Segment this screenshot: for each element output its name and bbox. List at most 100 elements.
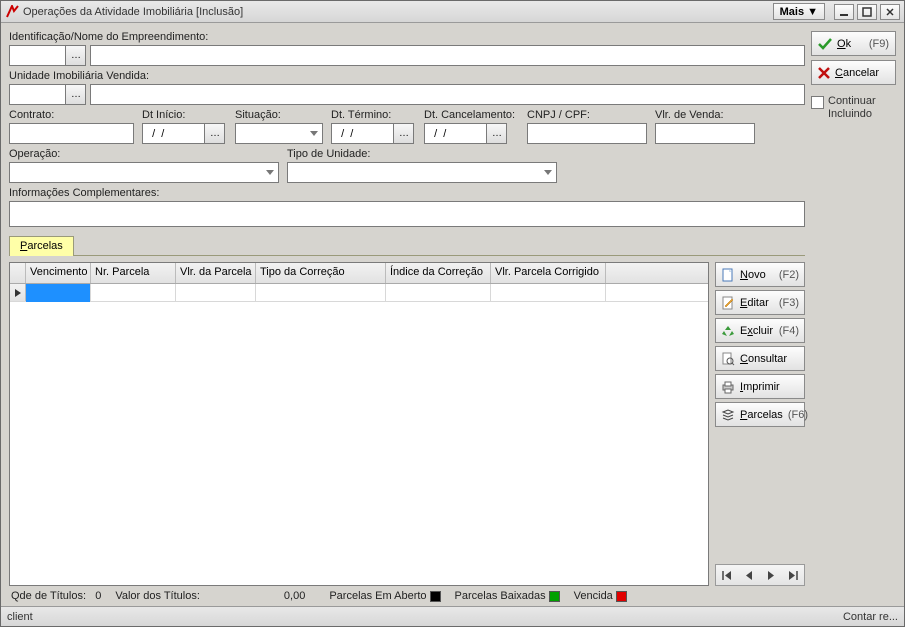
legend-baixadas: Parcelas Baixadas (455, 590, 546, 602)
input-dt-termino[interactable] (331, 123, 393, 144)
mais-label: Mais (780, 6, 804, 18)
lookup-unidade-button[interactable]: … (65, 84, 86, 105)
input-info-compl[interactable] (9, 201, 805, 227)
input-contrato[interactable] (9, 123, 134, 144)
input-cnpj[interactable] (527, 123, 647, 144)
dt-cancel-picker-button[interactable]: … (486, 123, 507, 144)
pencil-icon (721, 296, 735, 310)
valor-value: 0,00 (284, 590, 305, 602)
cell[interactable] (256, 284, 386, 302)
col-indice-correcao[interactable]: Índice da Correção (386, 263, 491, 283)
parcelas-shortcut: (F6) (788, 409, 808, 421)
label-dt-cancel: Dt. Cancelamento: (424, 109, 519, 121)
input-dt-inicio[interactable] (142, 123, 204, 144)
layers-icon (721, 408, 735, 422)
input-unidade-code[interactable] (9, 84, 65, 105)
file-new-icon (721, 268, 735, 282)
dt-termino-picker-button[interactable]: … (393, 123, 414, 144)
legend-aberto: Parcelas Em Aberto (329, 590, 426, 602)
statusbar-right: Contar re... (843, 611, 898, 623)
checkbox-icon (811, 96, 824, 109)
cell-vencimento-selected[interactable] (26, 284, 91, 302)
mais-button[interactable]: Mais ▼ (773, 3, 825, 20)
excluir-button[interactable]: Excluir (F4) (715, 318, 805, 343)
col-vencimento[interactable]: Vencimento (26, 263, 91, 283)
parcelas-label: Parcelas (740, 409, 783, 421)
col-vlr-parcela[interactable]: Vlr. da Parcela (176, 263, 256, 283)
maximize-button[interactable] (857, 4, 877, 20)
legend-vencida: Vencida (574, 590, 613, 602)
right-action-panel: Ok (F9) Cancelar Continuar Incluindo (811, 31, 896, 606)
novo-shortcut: (F2) (779, 269, 799, 281)
tab-parcelas[interactable]: Parcelas (9, 236, 74, 256)
continuar-checkbox[interactable]: Continuar Incluindo (811, 95, 896, 121)
nav-next-button[interactable] (762, 567, 780, 583)
nav-first-button[interactable] (718, 567, 736, 583)
cancel-label: Cancelar (835, 67, 879, 79)
parcelas-grid[interactable]: Vencimento Nr. Parcela Vlr. da Parcela T… (9, 262, 709, 586)
tabstrip: Parcelas (9, 235, 805, 255)
input-identificacao-code[interactable] (9, 45, 65, 66)
novo-button[interactable]: Novo (F2) (715, 262, 805, 287)
statusbar: client Contar re... (1, 606, 904, 626)
novo-label: Novo (740, 269, 766, 281)
col-nr-parcela[interactable]: Nr. Parcela (91, 263, 176, 283)
lookup-identificacao-button[interactable]: … (65, 45, 86, 66)
recycle-icon (721, 324, 735, 338)
printer-icon (721, 380, 735, 394)
ok-button[interactable]: Ok (F9) (811, 31, 896, 56)
qde-label: Qde de Títulos: (11, 590, 86, 602)
search-doc-icon (721, 352, 735, 366)
excluir-label: Excluir (740, 325, 773, 337)
cell[interactable] (176, 284, 256, 302)
ok-shortcut: (F9) (869, 38, 889, 50)
row-indicator-header (10, 263, 26, 283)
combo-tipo-unidade[interactable] (287, 162, 557, 183)
legend-baixadas-swatch (549, 591, 560, 602)
consultar-label: Consultar (740, 353, 787, 365)
statusbar-left: client (7, 611, 33, 623)
cell[interactable] (386, 284, 491, 302)
parcelas-button[interactable]: Parcelas (F6) (715, 402, 805, 427)
dropdown-icon (539, 163, 556, 182)
close-button[interactable] (880, 4, 900, 20)
check-icon (818, 38, 832, 50)
dt-inicio-picker-button[interactable]: … (204, 123, 225, 144)
label-cnpj: CNPJ / CPF: (527, 109, 647, 121)
dropdown-icon (261, 163, 278, 182)
label-contrato: Contrato: (9, 109, 134, 121)
titlebar: Operações da Atividade Imobiliária [Incl… (1, 1, 904, 23)
cancel-button[interactable]: Cancelar (811, 60, 896, 85)
label-dt-inicio: Dt Início: (142, 109, 227, 121)
input-dt-cancel[interactable] (424, 123, 486, 144)
row-indicator (10, 284, 26, 301)
cell[interactable] (491, 284, 606, 302)
client-area: Identificação/Nome do Empreendimento: … … (1, 23, 904, 606)
legend-aberto-swatch (430, 591, 441, 602)
qde-value: 0 (95, 590, 101, 602)
nav-prev-button[interactable] (740, 567, 758, 583)
editar-button[interactable]: Editar (F3) (715, 290, 805, 315)
combo-operacao[interactable] (9, 162, 279, 183)
label-vlr-venda: Vlr. de Venda: (655, 109, 755, 121)
minimize-button[interactable] (834, 4, 854, 20)
label-info-compl: Informações Complementares: (9, 187, 805, 199)
excluir-shortcut: (F4) (779, 325, 799, 337)
x-icon (818, 67, 830, 79)
col-tipo-correcao[interactable]: Tipo da Correção (256, 263, 386, 283)
consultar-button[interactable]: Consultar (715, 346, 805, 371)
editar-shortcut: (F3) (779, 297, 799, 309)
nav-last-button[interactable] (784, 567, 802, 583)
legend-vencida-swatch (616, 591, 627, 602)
cell[interactable] (91, 284, 176, 302)
table-row[interactable] (10, 284, 708, 302)
editar-label: Editar (740, 297, 769, 309)
input-vlr-venda[interactable] (655, 123, 755, 144)
label-situacao: Situação: (235, 109, 323, 121)
col-vlr-corrigido[interactable]: Vlr. Parcela Corrigido (491, 263, 606, 283)
main-window: Operações da Atividade Imobiliária [Incl… (0, 0, 905, 627)
input-unidade-nome[interactable] (90, 84, 805, 105)
input-identificacao-nome[interactable] (90, 45, 805, 66)
lookup-unidade-code: … (9, 84, 86, 105)
imprimir-button[interactable]: Imprimir (715, 374, 805, 399)
